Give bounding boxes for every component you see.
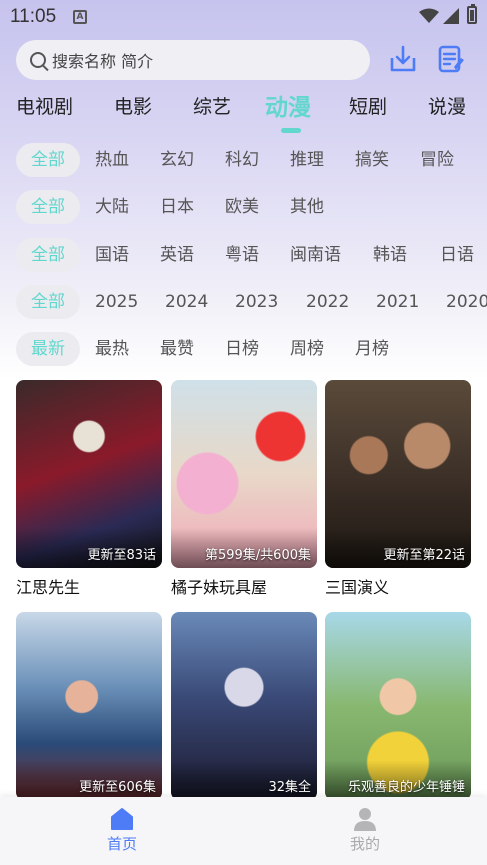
filter-chip[interactable]: 玄幻 [160,143,194,177]
filter-chip[interactable]: 2025 [95,285,138,319]
filter-chip[interactable]: 全部 [16,190,80,224]
filter-chip[interactable]: 2020 [446,285,487,319]
filter-row-region: 全部 大陆 日本 欧美 其他 [16,190,487,224]
filter-row-sort: 最新 最热 最赞 日榜 周榜 月榜 [16,332,487,366]
status-time: 11:05 [10,6,57,27]
video-title: 橘子妹玩具屋 [171,578,268,597]
category-tabs: 电视剧 电影 综艺 动漫 短剧 说漫 [0,92,487,128]
video-title: 三国演义 [325,578,390,597]
episode-badge: 更新至83话 [87,548,156,563]
filter-chip[interactable]: 粤语 [225,238,259,272]
episode-badge: 第599集/共600集 [204,548,311,563]
filter-chip[interactable]: 国语 [95,238,129,272]
filter-chip[interactable]: 最新 [16,332,80,366]
filter-chip[interactable]: 韩语 [373,238,407,272]
filter-chip[interactable]: 热血 [95,143,129,177]
home-icon [111,808,133,830]
video-thumbnail: 更新至606集 [16,612,162,800]
filter-chip[interactable]: 月榜 [355,332,389,366]
video-thumbnail: 更新至第22话 [325,380,471,568]
filter-chip[interactable]: 全部 [16,143,80,177]
tab-anime[interactable]: 动漫 [265,88,311,122]
notes-icon[interactable] [436,44,466,74]
battery-icon [467,4,477,24]
bottom-nav: 首页 我的 [0,797,487,865]
video-thumbnail: 更新至83话 [16,380,162,568]
download-icon[interactable] [388,44,418,74]
episode-badge: 更新至606集 [79,780,156,795]
tab-movie[interactable]: 电影 [114,92,152,119]
status-bar: 11:05 A [0,0,487,34]
tab-tv[interactable]: 电视剧 [16,92,73,119]
filter-chip[interactable]: 日本 [160,190,194,224]
filter-chip[interactable]: 最热 [95,332,129,366]
tab-short-drama[interactable]: 短剧 [349,92,387,119]
episode-badge: 32集全 [268,780,311,795]
tab-comic[interactable]: 说漫 [428,92,466,119]
video-title: 江思先生 [16,578,81,597]
filter-chip[interactable]: 周榜 [290,332,324,366]
episode-badge: 乐观善良的少年锤锤 [347,780,465,795]
wifi-icon [419,8,439,23]
filter-chip[interactable]: 科幻 [225,143,259,177]
filter-chip[interactable]: 2023 [235,285,278,319]
filter-chip[interactable]: 2022 [306,285,349,319]
search-icon [30,52,46,68]
filter-row-year: 全部 2025 2024 2023 2022 2021 2020 [16,285,487,319]
filter-chip[interactable]: 欧美 [225,190,259,224]
nav-home[interactable]: 首页 [92,807,152,854]
filter-chip[interactable]: 最赞 [160,332,194,366]
filter-chip[interactable]: 2024 [165,285,208,319]
filter-chip[interactable]: 英语 [160,238,194,272]
episode-badge: 更新至第22话 [383,548,465,563]
filter-chip[interactable]: 冒险 [420,143,454,177]
search-placeholder: 搜索名称 简介 [52,52,154,71]
filter-chip[interactable]: 全部 [16,238,80,272]
tab-variety[interactable]: 综艺 [193,92,231,119]
filter-chip[interactable]: 大陆 [95,190,129,224]
filter-chip[interactable]: 日语 [440,238,474,272]
filter-chip[interactable]: 其他 [290,190,324,224]
tab-indicator [281,128,301,133]
search-input[interactable]: 搜索名称 简介 [16,40,370,80]
filter-row-genre: 全部 热血 玄幻 科幻 推理 搞笑 冒险 [16,143,487,177]
nav-mine[interactable]: 我的 [335,807,395,854]
video-thumbnail: 32集全 [171,612,317,800]
filter-chip[interactable]: 日榜 [225,332,259,366]
filter-chip[interactable]: 2021 [376,285,419,319]
notification-a-icon: A [73,10,87,24]
video-thumbnail: 乐观善良的少年锤锤 [325,612,471,800]
nav-mine-label: 我的 [349,835,380,853]
filter-chip[interactable]: 推理 [290,143,324,177]
video-thumbnail: 第599集/共600集 [171,380,317,568]
signal-icon [443,8,459,24]
filter-chip[interactable]: 搞笑 [355,143,389,177]
nav-home-label: 首页 [106,835,137,853]
filter-chip[interactable]: 闽南语 [290,238,341,272]
filter-row-language: 全部 国语 英语 粤语 闽南语 韩语 日语 [16,238,487,272]
user-icon [354,808,376,831]
filter-chip[interactable]: 全部 [16,285,80,319]
